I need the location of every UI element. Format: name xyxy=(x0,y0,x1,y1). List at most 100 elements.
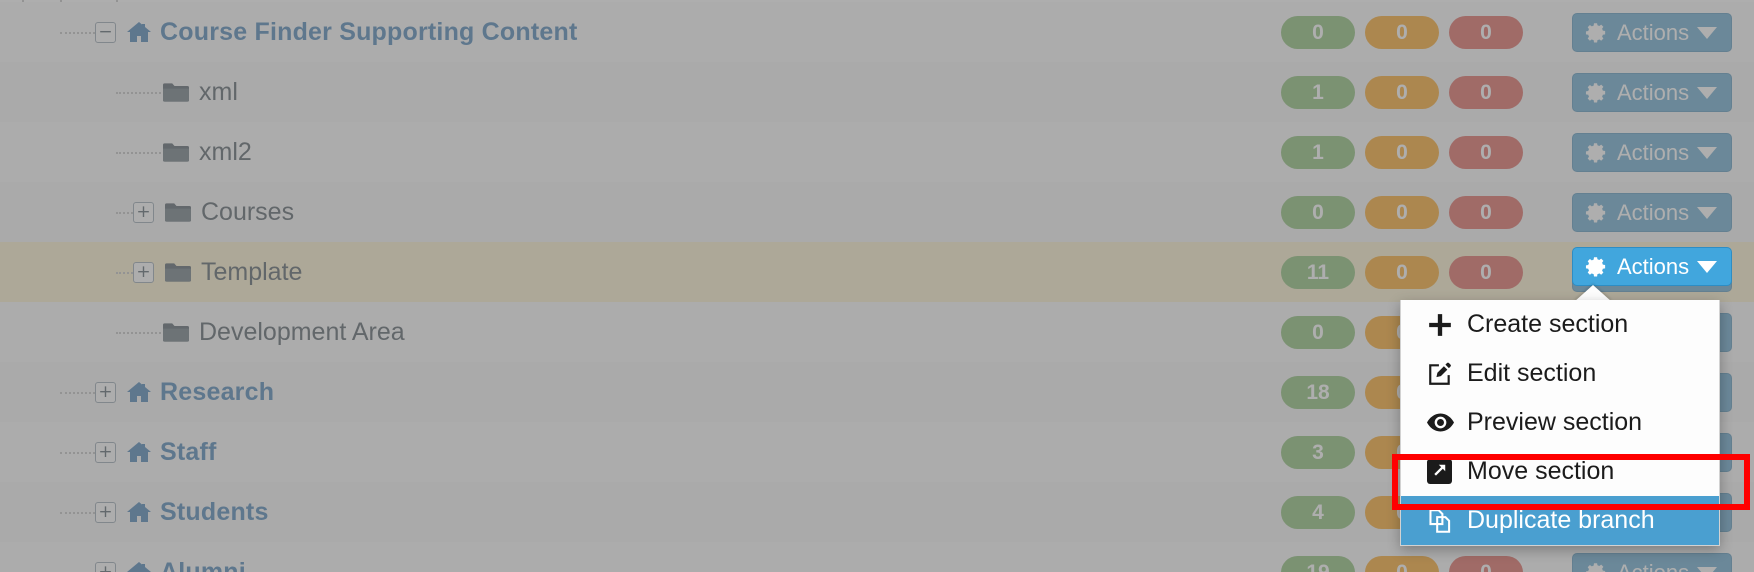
gear-icon xyxy=(1585,561,1608,572)
status-badge-orange: 0 xyxy=(1365,256,1439,289)
gear-icon xyxy=(1585,21,1608,44)
status-badge-orange: 0 xyxy=(1365,556,1439,572)
tree-node-label: Development Area xyxy=(199,317,405,346)
actions-button[interactable]: Actions xyxy=(1572,133,1732,172)
tree-connector-line xyxy=(60,32,95,34)
chevron-down-icon xyxy=(1697,146,1717,159)
expand-toggle-icon[interactable]: + xyxy=(133,262,154,283)
home-icon xyxy=(127,441,151,463)
status-badge-green: 18 xyxy=(1281,376,1355,409)
table-row[interactable]: + Alumni 19 0 0 Actions xyxy=(0,542,1754,572)
menu-item-edit-section[interactable]: Edit section xyxy=(1401,349,1719,398)
menu-item-label: Duplicate branch xyxy=(1467,506,1655,534)
tree-node[interactable]: Template xyxy=(165,242,302,302)
table-row[interactable]: − Course Finder Supporting Content 0 0 0 Acti… xyxy=(0,2,1754,62)
tree-connector-line xyxy=(116,92,161,94)
home-icon xyxy=(127,561,151,572)
chevron-down-icon xyxy=(1697,206,1717,219)
collapse-toggle-icon[interactable]: − xyxy=(95,22,116,43)
status-badge-red: 0 xyxy=(1449,16,1523,49)
tree-connector-line xyxy=(60,452,95,454)
status-badge-orange: 0 xyxy=(1365,196,1439,229)
tree-node-label: Course Finder Supporting Content xyxy=(160,17,578,46)
actions-button[interactable]: Actions xyxy=(1572,553,1732,572)
menu-item-label: Preview section xyxy=(1467,408,1643,436)
tree-node[interactable]: Students xyxy=(127,482,269,542)
home-icon xyxy=(127,21,151,43)
menu-item-label: Edit section xyxy=(1467,359,1597,387)
tree-node[interactable]: Course Finder Supporting Content xyxy=(127,2,577,62)
menu-item-move-section[interactable]: Move section xyxy=(1401,447,1719,496)
expand-toggle-icon[interactable]: + xyxy=(133,202,154,223)
gear-icon xyxy=(1585,81,1608,104)
tree-connector-line xyxy=(116,212,133,214)
status-badge-orange: 0 xyxy=(1365,136,1439,169)
tree-node[interactable]: Research xyxy=(127,362,274,422)
home-icon xyxy=(127,501,151,523)
status-badge-green: 1 xyxy=(1281,136,1355,169)
tree-node[interactable]: Development Area xyxy=(163,302,405,362)
actions-button[interactable]: Actions xyxy=(1572,13,1732,52)
chevron-down-icon xyxy=(1697,26,1717,39)
tree-node[interactable]: xml xyxy=(163,62,238,122)
menu-item-create-section[interactable]: Create section xyxy=(1401,300,1719,349)
menu-item-duplicate-branch[interactable]: Duplicate branch xyxy=(1401,496,1719,545)
status-badge-green: 11 xyxy=(1281,256,1355,289)
status-badge-group: 100 xyxy=(1281,76,1523,109)
expand-toggle-icon[interactable]: + xyxy=(95,502,116,523)
plus-icon xyxy=(1427,312,1455,338)
status-badge-green: 0 xyxy=(1281,16,1355,49)
status-badge-group: 11 0 0 xyxy=(1281,256,1523,289)
actions-dropdown-menu: Create section Edit section Preview sectio… xyxy=(1400,300,1720,546)
tree-node[interactable]: Staff xyxy=(127,422,217,482)
chevron-down-icon xyxy=(1697,260,1717,273)
table-row[interactable]: + Courses 0 0 0 Actions xyxy=(0,182,1754,242)
tree-node-label: Alumni xyxy=(160,557,246,572)
actions-button-active[interactable]: Actions xyxy=(1572,247,1732,286)
menu-item-preview-section[interactable]: Preview section xyxy=(1401,398,1719,447)
status-badge-red: 0 xyxy=(1449,256,1523,289)
menu-item-label: Move section xyxy=(1467,457,1615,485)
expand-toggle-icon[interactable]: + xyxy=(95,442,116,463)
tree-connector-line xyxy=(60,512,95,514)
chevron-down-icon xyxy=(1697,86,1717,99)
section-tree-screen: − Course Finder Supporting Content 0 0 0 Acti… xyxy=(0,0,1754,572)
tree-connector-line xyxy=(116,272,133,274)
status-badge-red: 0 xyxy=(1449,556,1523,572)
tree-node[interactable]: Courses xyxy=(165,182,294,242)
tree-node-label: xml2 xyxy=(199,137,252,166)
status-badge-orange: 0 xyxy=(1365,76,1439,109)
tree-node[interactable]: Alumni xyxy=(127,542,246,572)
gear-icon xyxy=(1585,201,1608,224)
status-badge-group: 19 0 0 xyxy=(1281,556,1523,572)
tree-connector-line xyxy=(60,392,95,394)
folder-icon xyxy=(165,202,191,222)
actions-button-label: Actions xyxy=(1617,199,1690,225)
expand-toggle-icon[interactable]: + xyxy=(95,382,116,403)
status-badge-green: 0 xyxy=(1281,316,1355,349)
tree-node-label: Template xyxy=(201,257,303,286)
gear-icon xyxy=(1585,255,1608,278)
folder-icon xyxy=(165,262,191,282)
status-badge-green: 3 xyxy=(1281,436,1355,469)
actions-button[interactable]: Actions xyxy=(1572,73,1732,112)
folder-icon xyxy=(163,142,189,162)
table-row[interactable]: xml 1 0 0 Actions xyxy=(0,62,1754,122)
status-badge-group: 100 xyxy=(1281,136,1523,169)
status-badge-orange: 0 xyxy=(1365,16,1439,49)
tree-node-label: Students xyxy=(160,497,269,526)
tree-node[interactable]: xml2 xyxy=(163,122,252,182)
expand-toggle-icon[interactable]: + xyxy=(95,562,116,572)
table-row[interactable]: + Template 11 00 Actions xyxy=(0,242,1754,302)
tree-node-label: xml xyxy=(199,77,238,106)
tree-connector-line xyxy=(116,152,161,154)
status-badge-green: 4 xyxy=(1281,496,1355,529)
actions-button[interactable]: Actions xyxy=(1572,193,1732,232)
status-badge-red: 0 xyxy=(1449,136,1523,169)
tree-node-label: Staff xyxy=(160,437,217,466)
home-icon xyxy=(127,381,151,403)
chevron-down-icon xyxy=(1697,566,1717,572)
tree-connector-line xyxy=(116,332,161,334)
status-badge-green: 1 xyxy=(1281,76,1355,109)
table-row[interactable]: xml2 1 0 0 Actions xyxy=(0,122,1754,182)
